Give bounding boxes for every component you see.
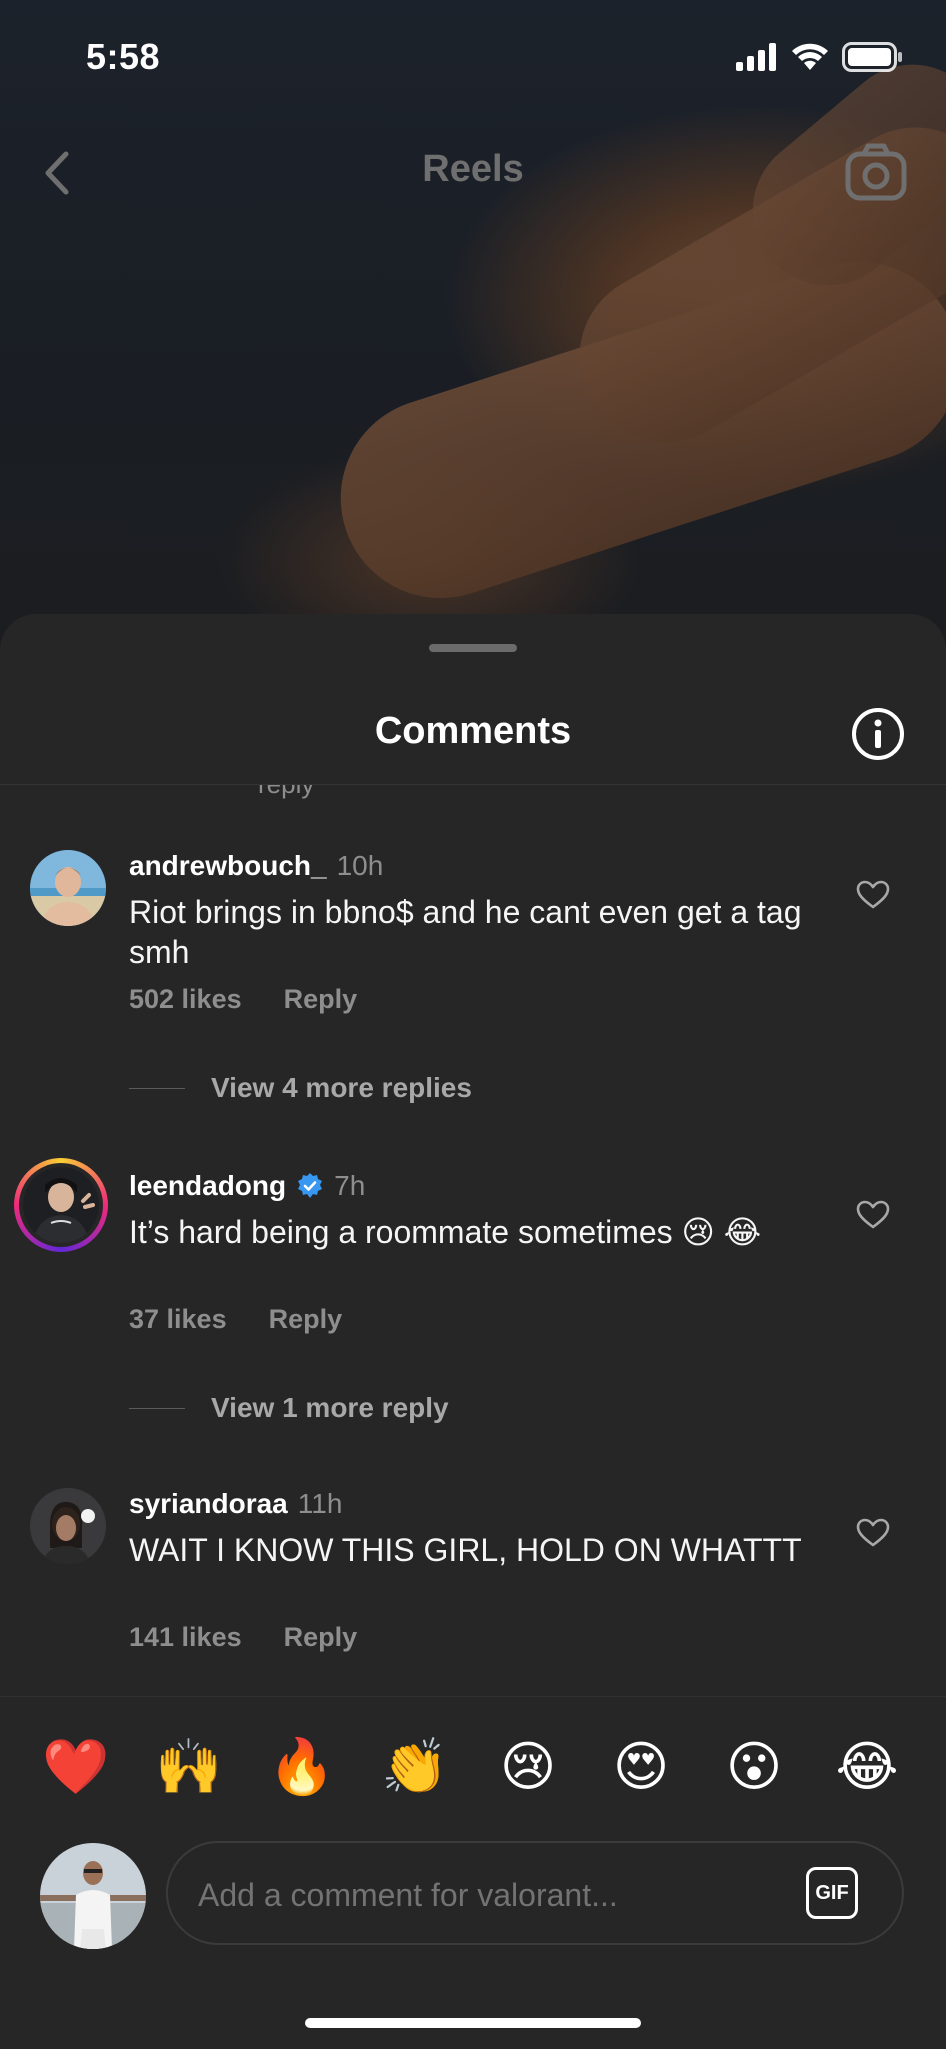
comment-username[interactable]: leendadong xyxy=(129,1170,286,1202)
comment-text: It’s hard being a roommate sometimes 😢 😂 xyxy=(129,1214,762,1250)
clipped-reply-text: reply xyxy=(0,785,946,799)
comment-meta: 37 likes Reply xyxy=(129,1304,342,1335)
comments-title: Comments xyxy=(374,710,572,752)
comment-time: 7h xyxy=(334,1170,366,1201)
like-heart-icon[interactable] xyxy=(856,880,890,910)
view-more-replies[interactable]: View 4 more replies xyxy=(129,1072,472,1104)
comment-header: syriandoraa 11h xyxy=(129,1488,342,1520)
avatar xyxy=(23,1167,99,1243)
comment-time: 10h xyxy=(336,850,384,881)
cellular-signal-icon xyxy=(736,43,776,71)
comment-text: Riot brings in bbno$ and he cant even ge… xyxy=(129,894,802,970)
comment-time: 11h xyxy=(297,1488,343,1519)
gif-label: GIF xyxy=(815,1881,849,1904)
reply-button[interactable]: Reply xyxy=(284,1622,358,1653)
comment-likes[interactable]: 141 likes xyxy=(129,1622,242,1653)
reels-title: Reels xyxy=(422,148,524,190)
comment-meta: 502 likes Reply xyxy=(129,984,357,1015)
avatar-person-photo xyxy=(23,1167,99,1243)
info-icon[interactable] xyxy=(850,706,906,762)
status-time: 5:58 xyxy=(86,36,161,77)
view-replies-label: View 1 more reply xyxy=(211,1392,449,1423)
comment-likes[interactable]: 37 likes xyxy=(129,1304,227,1335)
home-indicator[interactable] xyxy=(305,2018,641,2028)
status-icons xyxy=(736,42,904,72)
emoji-surprised-button[interactable]: 😮 xyxy=(714,1735,794,1799)
avatar-beach-photo xyxy=(30,850,106,926)
like-heart-icon[interactable] xyxy=(856,1518,890,1548)
wifi-icon xyxy=(792,43,828,70)
replies-line xyxy=(129,1407,185,1409)
clipped-reply-label: reply xyxy=(258,785,314,799)
emoji-heart-button[interactable]: ❤️ xyxy=(36,1735,116,1799)
view-replies-label: View 4 more replies xyxy=(211,1072,472,1103)
avatar-mirror-selfie-photo xyxy=(30,1488,106,1564)
view-more-replies[interactable]: View 1 more reply xyxy=(129,1392,449,1424)
reply-button[interactable]: Reply xyxy=(284,984,358,1015)
comment-composer-area: ❤️ 🙌 🔥 👏 😢 😍 😮 😂 Add a comment for valor… xyxy=(0,1696,946,2049)
avatar[interactable] xyxy=(30,850,106,926)
comment-input[interactable]: Add a comment for valorant... GIF xyxy=(166,1841,904,1945)
like-heart-icon[interactable] xyxy=(856,1200,890,1230)
emoji-raised-hands-button[interactable]: 🙌 xyxy=(149,1735,229,1799)
emoji-heart-eyes-button[interactable]: 😍 xyxy=(601,1735,681,1799)
gif-button[interactable]: GIF xyxy=(806,1867,858,1919)
sheet-drag-handle[interactable] xyxy=(429,644,517,652)
replies-line xyxy=(129,1087,185,1089)
story-ring-gap xyxy=(19,1163,103,1247)
reply-button[interactable]: Reply xyxy=(269,1304,343,1335)
comment-text: WAIT I KNOW THIS GIRL, HOLD ON WHATTT xyxy=(129,1532,802,1568)
quick-emoji-bar: ❤️ 🙌 🔥 👏 😢 😍 😮 😂 xyxy=(0,1735,946,1805)
emoji-clap-button[interactable]: 👏 xyxy=(375,1735,455,1799)
current-user-photo xyxy=(40,1843,146,1949)
emoji-crying-button[interactable]: 😢 xyxy=(488,1735,568,1799)
status-bar: 5:58 xyxy=(0,0,946,120)
comment-meta: 141 likes Reply xyxy=(129,1622,357,1653)
comment-likes[interactable]: 502 likes xyxy=(129,984,242,1015)
battery-icon xyxy=(842,42,902,72)
comment-username[interactable]: andrewbouch_ xyxy=(129,850,327,882)
comment-header: leendadong 7h xyxy=(129,1170,365,1202)
emoji-laughing-button[interactable]: 😂 xyxy=(827,1735,907,1799)
emoji-fire-button[interactable]: 🔥 xyxy=(262,1735,342,1799)
comment-username[interactable]: syriandoraa xyxy=(129,1488,288,1520)
verified-badge-icon xyxy=(298,1173,323,1198)
avatar[interactable] xyxy=(30,1488,106,1564)
comment-input-placeholder: Add a comment for valorant... xyxy=(198,1877,618,1913)
camera-icon[interactable] xyxy=(844,142,908,202)
comment-header: andrewbouch_ 10h xyxy=(129,850,383,882)
current-user-avatar xyxy=(40,1843,146,1949)
avatar-story-ring[interactable] xyxy=(14,1158,108,1252)
